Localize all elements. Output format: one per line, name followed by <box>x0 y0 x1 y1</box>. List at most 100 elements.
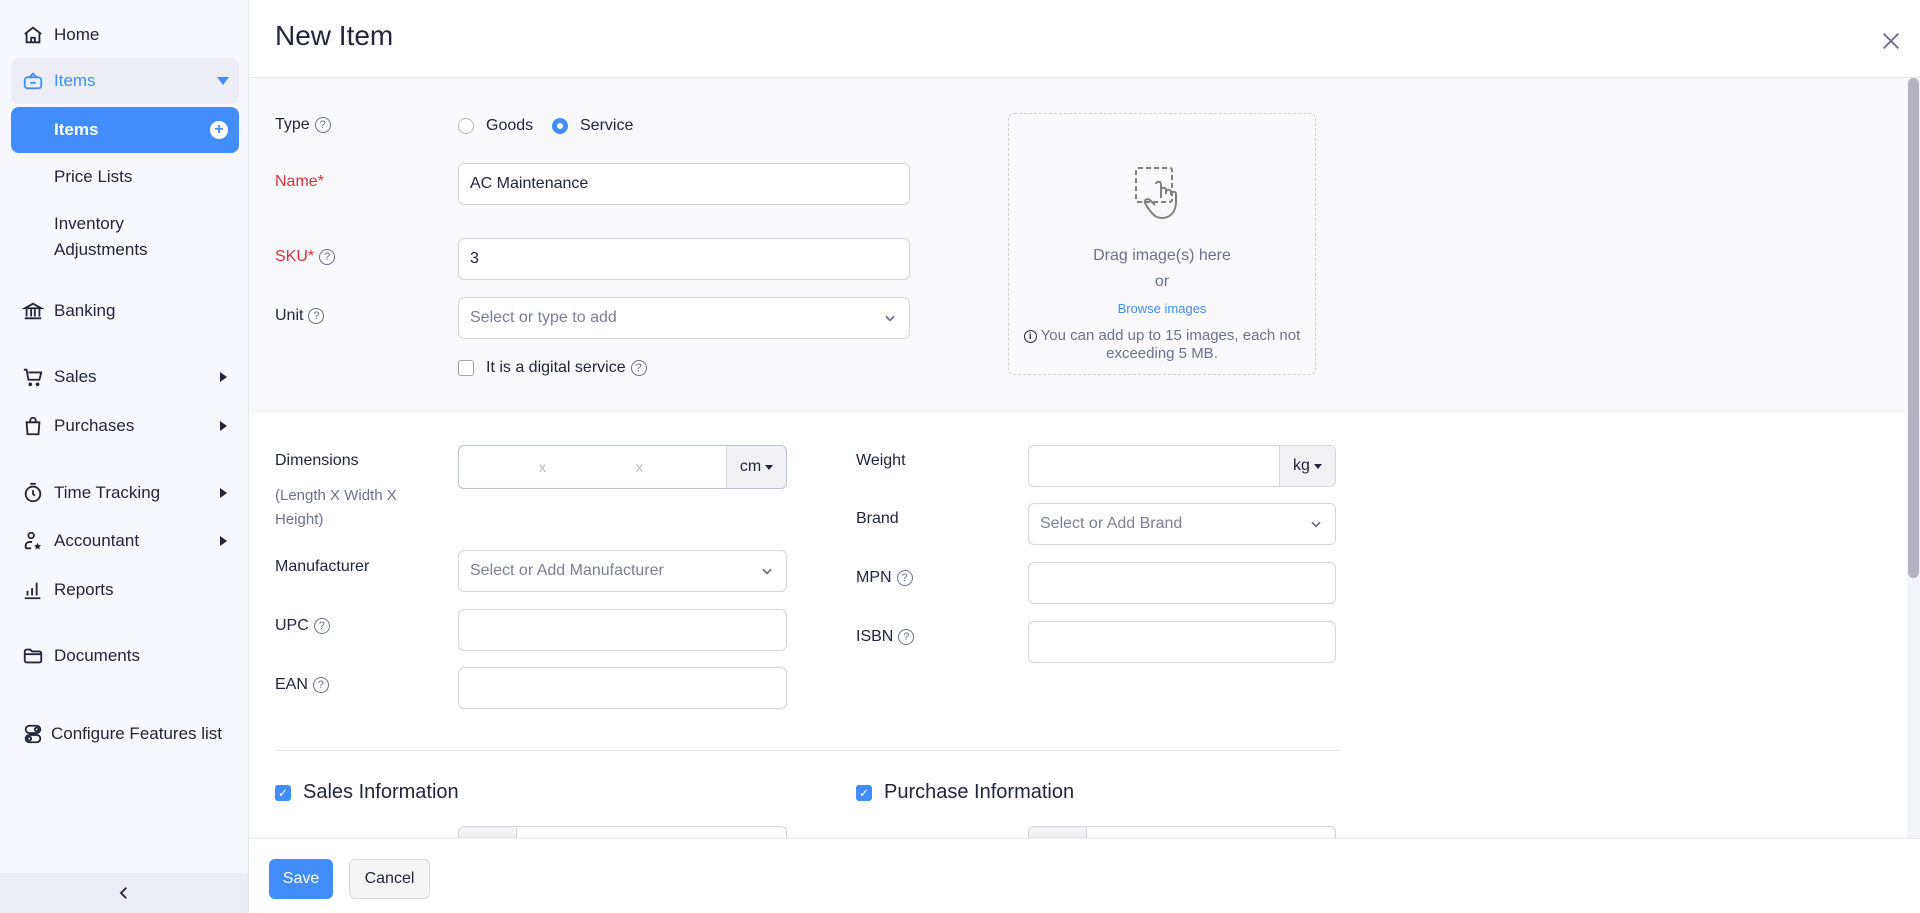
chevron-right-icon <box>220 536 227 546</box>
isbn-input[interactable] <box>1028 621 1336 663</box>
radio-button-selected[interactable] <box>552 118 568 134</box>
close-icon[interactable] <box>1880 30 1902 52</box>
sidebar-subitem-items[interactable]: Items + <box>11 107 239 153</box>
caret-down-icon <box>765 464 774 470</box>
bank-icon <box>22 300 44 322</box>
upc-label: UPC? <box>275 617 330 635</box>
info-icon: i <box>1023 329 1037 343</box>
save-button[interactable]: Save <box>269 859 333 899</box>
image-dropzone[interactable]: Drag image(s) here or Browse images i Yo… <box>1008 113 1316 375</box>
cancel-button[interactable]: Cancel <box>349 859 430 899</box>
image-limit-note: i You can add up to 15 images, each not … <box>1015 327 1309 363</box>
sidebar-item-label: Documents <box>54 646 140 665</box>
sidebar-subitem-label: Items <box>54 120 99 139</box>
checkbox-checked[interactable]: ✓ <box>856 784 872 801</box>
dimension-unit-dropdown[interactable]: cm <box>726 446 786 488</box>
help-icon[interactable]: ? <box>313 618 330 634</box>
help-icon[interactable]: ? <box>898 629 915 645</box>
sidebar-item-configure-features[interactable]: Configure Features list <box>11 711 239 757</box>
toggles-icon <box>22 723 44 745</box>
radio-button[interactable] <box>458 118 474 134</box>
unit-select[interactable]: Select or type to add <box>458 297 910 339</box>
upc-input[interactable] <box>458 609 787 651</box>
sidebar-item-label: Items <box>54 71 96 90</box>
help-icon[interactable]: ? <box>308 308 325 324</box>
sku-input[interactable]: 3 <box>458 238 910 280</box>
unit-label: Unit? <box>275 307 325 325</box>
checkbox-checked[interactable]: ✓ <box>275 784 291 801</box>
checkbox[interactable] <box>458 360 474 376</box>
sidebar-item-home[interactable]: Home <box>11 12 239 58</box>
sidebar-item-label: Reports <box>54 580 114 599</box>
sales-information-checkbox[interactable]: ✓ Sales Information <box>275 781 459 804</box>
sidebar-item-label: Banking <box>54 301 116 320</box>
help-icon[interactable]: ? <box>312 677 329 693</box>
stopwatch-icon <box>22 482 44 504</box>
digital-service-checkbox[interactable]: It is a digital service ? <box>458 359 647 377</box>
accountant-icon <box>22 530 44 552</box>
cart-icon <box>22 366 44 388</box>
collapse-sidebar-button[interactable] <box>0 873 248 913</box>
page-title: New Item <box>275 20 394 51</box>
chevron-down-icon <box>1311 521 1321 528</box>
weight-unit-dropdown[interactable]: kg <box>1279 446 1335 486</box>
chevron-right-icon <box>220 372 227 382</box>
sidebar-item-documents[interactable]: Documents <box>11 633 239 679</box>
sidebar-item-time-tracking[interactable]: Time Tracking <box>11 470 239 516</box>
isbn-label: ISBN? <box>856 628 915 646</box>
manufacturer-label: Manufacturer <box>275 558 370 575</box>
help-icon[interactable]: ? <box>319 249 336 265</box>
name-label: Name* <box>275 173 324 190</box>
cost-price-input[interactable] <box>1028 826 1336 838</box>
help-icon[interactable]: ? <box>896 570 913 586</box>
weight-input[interactable]: kg <box>1028 445 1336 487</box>
sidebar-item-label: Sales <box>54 367 97 386</box>
type-goods-radio[interactable]: Goods <box>458 117 533 135</box>
chevron-down-icon <box>762 568 772 575</box>
sidebar-subitem-label: Price Lists <box>54 167 133 186</box>
caret-down-icon <box>1313 463 1322 469</box>
sidebar-item-label: Accountant <box>54 531 140 550</box>
brand-select[interactable]: Select or Add Brand <box>1028 503 1336 545</box>
dimensions-input[interactable]: x x cm <box>458 445 787 489</box>
mpn-input[interactable] <box>1028 562 1336 604</box>
selling-price-input[interactable] <box>458 826 787 838</box>
sidebar-item-sales[interactable]: Sales <box>11 354 239 400</box>
sidebar-item-label: Configure Features list <box>51 724 223 743</box>
sidebar-item-accountant[interactable]: Accountant <box>11 518 239 564</box>
chevron-right-icon <box>220 421 227 431</box>
sidebar-item-items[interactable]: Items <box>11 58 239 104</box>
basket-icon <box>22 70 44 92</box>
type-service-radio[interactable]: Service <box>552 117 633 135</box>
sidebar-item-purchases[interactable]: Purchases <box>11 403 239 449</box>
drag-images-text: Drag image(s) here <box>1093 247 1231 264</box>
scrollbar[interactable] <box>1907 78 1920 838</box>
sidebar-item-label: Home <box>54 25 100 44</box>
main-content: New Item Type? Goods Service Name* AC Ma… <box>249 0 1920 913</box>
sidebar-subitem-inventory-adjustments[interactable]: Inventory Adjustments <box>11 211 211 263</box>
drag-hand-icon <box>1135 167 1177 220</box>
sidebar-item-banking[interactable]: Banking <box>11 288 239 334</box>
primary-info-section: Type? Goods Service Name* AC Maintenance… <box>249 78 1907 413</box>
form-footer: Save Cancel <box>249 838 1920 913</box>
sidebar-subitem-price-lists[interactable]: Price Lists <box>11 164 239 190</box>
ean-input[interactable] <box>458 667 787 709</box>
name-input[interactable]: AC Maintenance <box>458 163 910 205</box>
sidebar-item-label: Time Tracking <box>54 483 161 502</box>
weight-label: Weight <box>856 452 906 469</box>
sidebar-item-reports[interactable]: Reports <box>11 567 239 613</box>
chevron-left-icon <box>119 887 127 899</box>
browse-images-link[interactable]: Browse images <box>1009 301 1315 316</box>
mpn-label: MPN? <box>856 569 913 587</box>
help-icon[interactable]: ? <box>630 360 647 376</box>
add-item-icon[interactable]: + <box>210 121 228 139</box>
scrollbar-thumb[interactable] <box>1908 78 1919 578</box>
manufacturer-select[interactable]: Select or Add Manufacturer <box>458 550 787 592</box>
ean-label: EAN? <box>275 676 329 694</box>
dimension-separator: x <box>539 459 546 475</box>
chevron-down-icon <box>885 315 895 322</box>
purchase-information-checkbox[interactable]: ✓ Purchase Information <box>856 781 1074 804</box>
brand-label: Brand <box>856 510 899 527</box>
help-icon[interactable]: ? <box>314 117 331 133</box>
page-header: New Item <box>249 0 1920 78</box>
